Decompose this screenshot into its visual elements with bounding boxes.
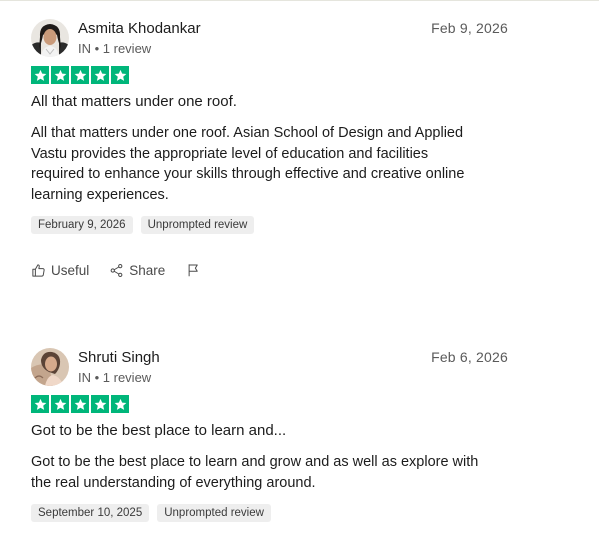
review-title[interactable]: Got to be the best place to learn and... [31,422,509,439]
reviewer-name[interactable]: Shruti Singh [78,349,160,366]
review-body-line: the real understanding of everything aro… [31,474,316,491]
review-card: Shruti Singh IN • 1 review Feb 6, 2026 G… [31,348,509,522]
review-body-line: All that matters under one roof. Asian S… [31,125,464,141]
reviewer-meta: IN • 1 review [78,370,152,385]
star-icon [51,66,69,84]
review-header: Shruti Singh IN • 1 review Feb 6, 2026 [31,348,509,390]
star-icon [71,395,89,413]
review-header: Asmita Khodankar IN • 1 review Feb 9, 20… [31,19,509,61]
share-label: Share [129,262,166,278]
star-icon [51,395,69,413]
share-icon [109,263,124,278]
avatar[interactable] [31,348,69,386]
star-icon [31,66,49,84]
star-icon [91,66,109,84]
review-body: Got to be the best place to learn and gr… [31,452,509,493]
review-date: Feb 9, 2026 [431,20,508,36]
review-body-line: learning experiences. [31,186,169,203]
review-actions: Useful Share [31,262,509,278]
star-icon [71,66,89,84]
star-rating [31,66,509,84]
flag-icon [186,262,201,278]
share-button[interactable]: Share [109,263,165,278]
star-icon [31,395,49,413]
useful-label: Useful [51,262,90,278]
review-tags: September 10, 2025 Unprompted review [31,504,509,522]
report-button[interactable] [186,262,201,278]
reviewer-meta: IN • 1 review [78,41,152,56]
review-tags: February 9, 2026 Unprompted review [31,216,509,234]
top-divider [0,0,599,1]
star-rating [31,395,509,413]
experience-date-badge: September 10, 2025 [31,504,150,522]
unprompted-review-badge[interactable]: Unprompted review [157,504,271,522]
avatar[interactable] [31,19,69,57]
review-body-line: required to enhance your skills through … [31,166,465,182]
review-date: Feb 6, 2026 [431,349,508,365]
star-icon [111,395,129,413]
unprompted-review-badge[interactable]: Unprompted review [140,216,255,234]
experience-date-badge: February 9, 2026 [31,216,133,234]
star-icon [91,395,109,413]
review-body: All that matters under one roof. Asian S… [31,123,509,205]
review-title[interactable]: All that matters under one roof. [31,93,509,110]
useful-button[interactable]: Useful [31,263,89,278]
thumbs-up-icon [31,263,46,278]
star-icon [111,66,129,84]
review-body-line: Vastu provides the appropriate level of … [31,145,429,162]
review-card: Asmita Khodankar IN • 1 review Feb 9, 20… [31,19,509,278]
review-body-line: Got to be the best place to learn and gr… [31,454,479,470]
reviewer-name[interactable]: Asmita Khodankar [78,20,201,37]
